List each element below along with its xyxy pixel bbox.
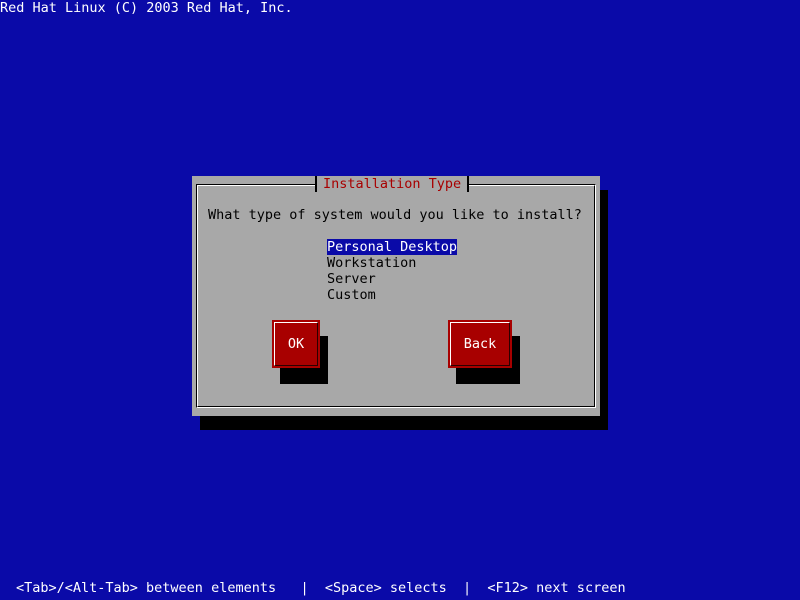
back-button-label: Back bbox=[463, 336, 497, 352]
option-server[interactable]: Server bbox=[327, 271, 457, 287]
install-type-list[interactable]: Personal Desktop Workstation Server Cust… bbox=[327, 239, 458, 303]
back-button[interactable]: Back bbox=[448, 320, 512, 368]
installation-type-dialog: Installation Type What type of system wo… bbox=[192, 176, 600, 416]
option-personal-desktop[interactable]: Personal Desktop bbox=[327, 239, 458, 255]
keyboard-help-bar: <Tab>/<Alt-Tab> between elements | <Spac… bbox=[16, 580, 626, 596]
ok-button-label: OK bbox=[287, 336, 305, 352]
dialog-title: Installation Type bbox=[315, 176, 470, 192]
back-button-face: Back bbox=[450, 322, 510, 366]
ok-button[interactable]: OK bbox=[272, 320, 320, 368]
installer-banner: Red Hat Linux (C) 2003 Red Hat, Inc. bbox=[0, 0, 293, 16]
install-question: What type of system would you like to in… bbox=[208, 207, 582, 223]
option-custom[interactable]: Custom bbox=[327, 287, 457, 303]
option-label[interactable]: Personal Desktop bbox=[327, 239, 458, 255]
ok-button-face: OK bbox=[274, 322, 318, 366]
option-workstation[interactable]: Workstation bbox=[327, 255, 457, 271]
